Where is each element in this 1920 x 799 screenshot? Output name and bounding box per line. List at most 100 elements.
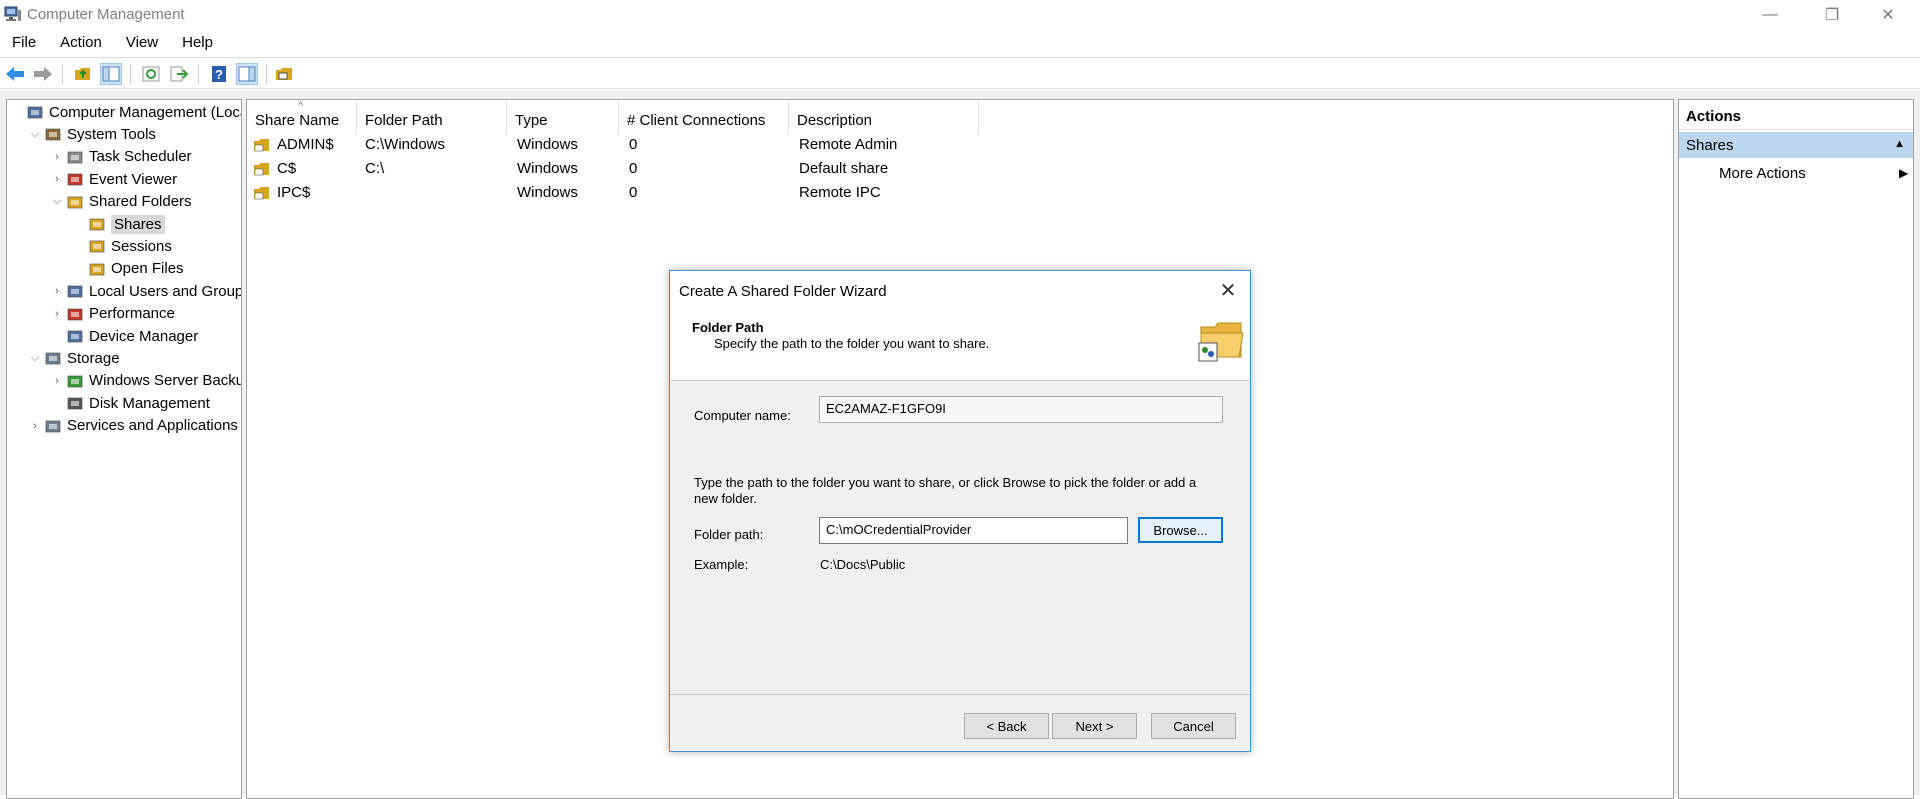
expand-chevron-icon[interactable]: › bbox=[49, 308, 65, 320]
menu-view[interactable]: View bbox=[114, 30, 170, 56]
column-header-share-name[interactable]: Share Name ^ bbox=[247, 100, 357, 134]
tree-item-shared-folders[interactable]: ⌵ Shared Folders bbox=[49, 191, 192, 213]
up-folder-icon bbox=[75, 68, 90, 80]
menu-action[interactable]: Action bbox=[48, 30, 114, 56]
tree-item-event-viewer[interactable]: › Event Viewer bbox=[49, 168, 177, 190]
browse-button[interactable]: Browse... bbox=[1138, 517, 1223, 543]
cancel-button[interactable]: Cancel bbox=[1151, 713, 1236, 739]
toolbar-separator bbox=[62, 64, 63, 84]
shared-folder-icon bbox=[1198, 322, 1244, 362]
tree-item-label: Shares bbox=[111, 214, 165, 234]
expand-chevron-icon[interactable]: › bbox=[49, 173, 65, 185]
window-titlebar: Computer Management — ❐ ✕ bbox=[0, 0, 1920, 30]
tree-item-computer-management-local[interactable]: Computer Management (Local bbox=[9, 101, 242, 123]
new-share-button[interactable] bbox=[274, 63, 296, 85]
shared-folder-icon bbox=[65, 193, 85, 211]
tree-item-open-files[interactable]: Open Files bbox=[71, 258, 184, 280]
tree-item-windows-server-backup[interactable]: › Windows Server Backup bbox=[49, 370, 241, 392]
expand-chevron-icon[interactable]: › bbox=[49, 375, 65, 387]
help-button[interactable]: ? bbox=[208, 63, 230, 85]
tree-item-device-manager[interactable]: Device Manager bbox=[49, 325, 198, 347]
up-one-level-button[interactable] bbox=[72, 63, 94, 85]
table-row[interactable]: IPC$ Windows 0 Remote IPC bbox=[247, 181, 1227, 205]
cell-path: C:\Windows bbox=[365, 136, 446, 153]
submenu-arrow-icon: ▶ bbox=[1899, 166, 1909, 180]
instructions-text: Type the path to the folder you want to … bbox=[694, 475, 1197, 506]
footer-divider bbox=[670, 694, 1250, 695]
tree-item-performance[interactable]: › Performance bbox=[49, 303, 175, 325]
tree-item-storage[interactable]: ⌵ Storage bbox=[27, 347, 120, 369]
column-header-client-connections[interactable]: # Client Connections bbox=[619, 100, 789, 134]
table-row[interactable]: ADMIN$ C:\Windows Windows 0 Remote Admin bbox=[247, 133, 1227, 157]
share-icon bbox=[254, 163, 269, 176]
tree-item-label: Shared Folders bbox=[89, 193, 192, 211]
tree-item-task-scheduler[interactable]: › Task Scheduler bbox=[49, 146, 191, 168]
expand-chevron-icon[interactable]: › bbox=[49, 151, 65, 163]
cell-connections: 0 bbox=[629, 160, 638, 177]
tree-item-label: System Tools bbox=[67, 125, 156, 143]
restore-button[interactable]: ❐ bbox=[1804, 0, 1860, 30]
tree-item-disk-management[interactable]: Disk Management bbox=[49, 392, 210, 414]
back-wizard-button[interactable]: < Back bbox=[964, 713, 1049, 739]
expand-chevron-icon[interactable]: › bbox=[27, 420, 43, 432]
tree-item-shares[interactable]: Shares bbox=[71, 213, 165, 235]
console-tree: Computer Management (Local ⌵ System Tools ›… bbox=[6, 99, 242, 799]
computer-name-field: EC2AMAZ-F1GFO9I bbox=[819, 396, 1223, 423]
dialog-header: Folder Path Specify the path to the fold… bbox=[670, 309, 1250, 381]
device-manager-icon bbox=[65, 327, 85, 345]
folder-path-input[interactable]: C:\mOCredentialProvider bbox=[819, 517, 1128, 544]
next-button[interactable]: Next > bbox=[1052, 713, 1137, 739]
tree-item-label: Disk Management bbox=[89, 394, 210, 412]
sort-ascending-icon: ^ bbox=[298, 100, 304, 112]
share-icon bbox=[254, 187, 269, 200]
close-window-button[interactable]: ✕ bbox=[1860, 0, 1916, 30]
dialog-close-button[interactable]: ✕ bbox=[1210, 275, 1246, 305]
show-hide-action-pane-button[interactable] bbox=[236, 63, 258, 85]
share-icon bbox=[254, 139, 269, 152]
tree-item-sessions[interactable]: Sessions bbox=[71, 235, 172, 257]
tree-item-label: Computer Management (Local bbox=[49, 103, 242, 121]
cell-name: C$ bbox=[277, 160, 297, 177]
table-row[interactable]: C$ C:\ Windows 0 Default share bbox=[247, 157, 1227, 181]
tree-item-label: Storage bbox=[67, 349, 120, 367]
minimize-button[interactable]: — bbox=[1742, 0, 1798, 30]
collapse-chevron-icon[interactable]: ⌵ bbox=[27, 352, 43, 365]
expand-chevron-icon[interactable]: › bbox=[49, 285, 65, 297]
menu-file[interactable]: File bbox=[0, 30, 48, 56]
menu-help[interactable]: Help bbox=[170, 30, 225, 56]
export-list-button[interactable] bbox=[168, 63, 190, 85]
tree-item-system-tools[interactable]: ⌵ System Tools bbox=[27, 123, 156, 145]
disk-icon bbox=[65, 394, 85, 412]
tree-item-local-users-and-groups[interactable]: › Local Users and Groups bbox=[49, 280, 241, 302]
column-header-description[interactable]: Description bbox=[789, 100, 979, 134]
back-button[interactable] bbox=[4, 63, 26, 85]
storage-icon bbox=[43, 349, 63, 367]
window-title: Computer Management bbox=[27, 6, 185, 23]
folder-path-label: Folder path: bbox=[694, 527, 764, 542]
forward-button[interactable] bbox=[32, 63, 54, 85]
more-actions-item[interactable]: More Actions bbox=[1719, 165, 1806, 182]
help-icon: ? bbox=[212, 66, 226, 82]
cell-type: Windows bbox=[517, 136, 578, 153]
back-arrow-icon bbox=[6, 67, 24, 81]
dialog-title: Create A Shared Folder Wizard bbox=[679, 283, 887, 300]
cell-type: Windows bbox=[517, 184, 578, 201]
cell-connections: 0 bbox=[629, 136, 638, 153]
forward-arrow-icon bbox=[34, 67, 52, 81]
cell-name: ADMIN$ bbox=[277, 136, 334, 153]
collapse-chevron-icon[interactable]: ⌵ bbox=[49, 195, 65, 208]
actions-group-shares[interactable]: Shares ▲ bbox=[1679, 132, 1913, 158]
tree-item-services-and-applications[interactable]: › Services and Applications bbox=[27, 415, 238, 437]
column-header-folder-path[interactable]: Folder Path bbox=[357, 100, 507, 134]
refresh-button[interactable] bbox=[140, 63, 162, 85]
menu-bar: File Action View Help bbox=[0, 30, 1920, 56]
actions-title: Actions bbox=[1679, 100, 1913, 130]
create-shared-folder-wizard: Create A Shared Folder Wizard ✕ Folder P… bbox=[669, 270, 1251, 752]
collapse-caret-icon: ▲ bbox=[1894, 138, 1905, 150]
show-hide-console-tree-button[interactable] bbox=[100, 63, 122, 85]
column-header-type[interactable]: Type bbox=[507, 100, 619, 134]
tools-icon bbox=[43, 125, 63, 143]
tree-item-label: Services and Applications bbox=[67, 417, 238, 435]
collapse-chevron-icon[interactable]: ⌵ bbox=[27, 128, 43, 141]
tree-item-label: Device Manager bbox=[89, 327, 199, 345]
